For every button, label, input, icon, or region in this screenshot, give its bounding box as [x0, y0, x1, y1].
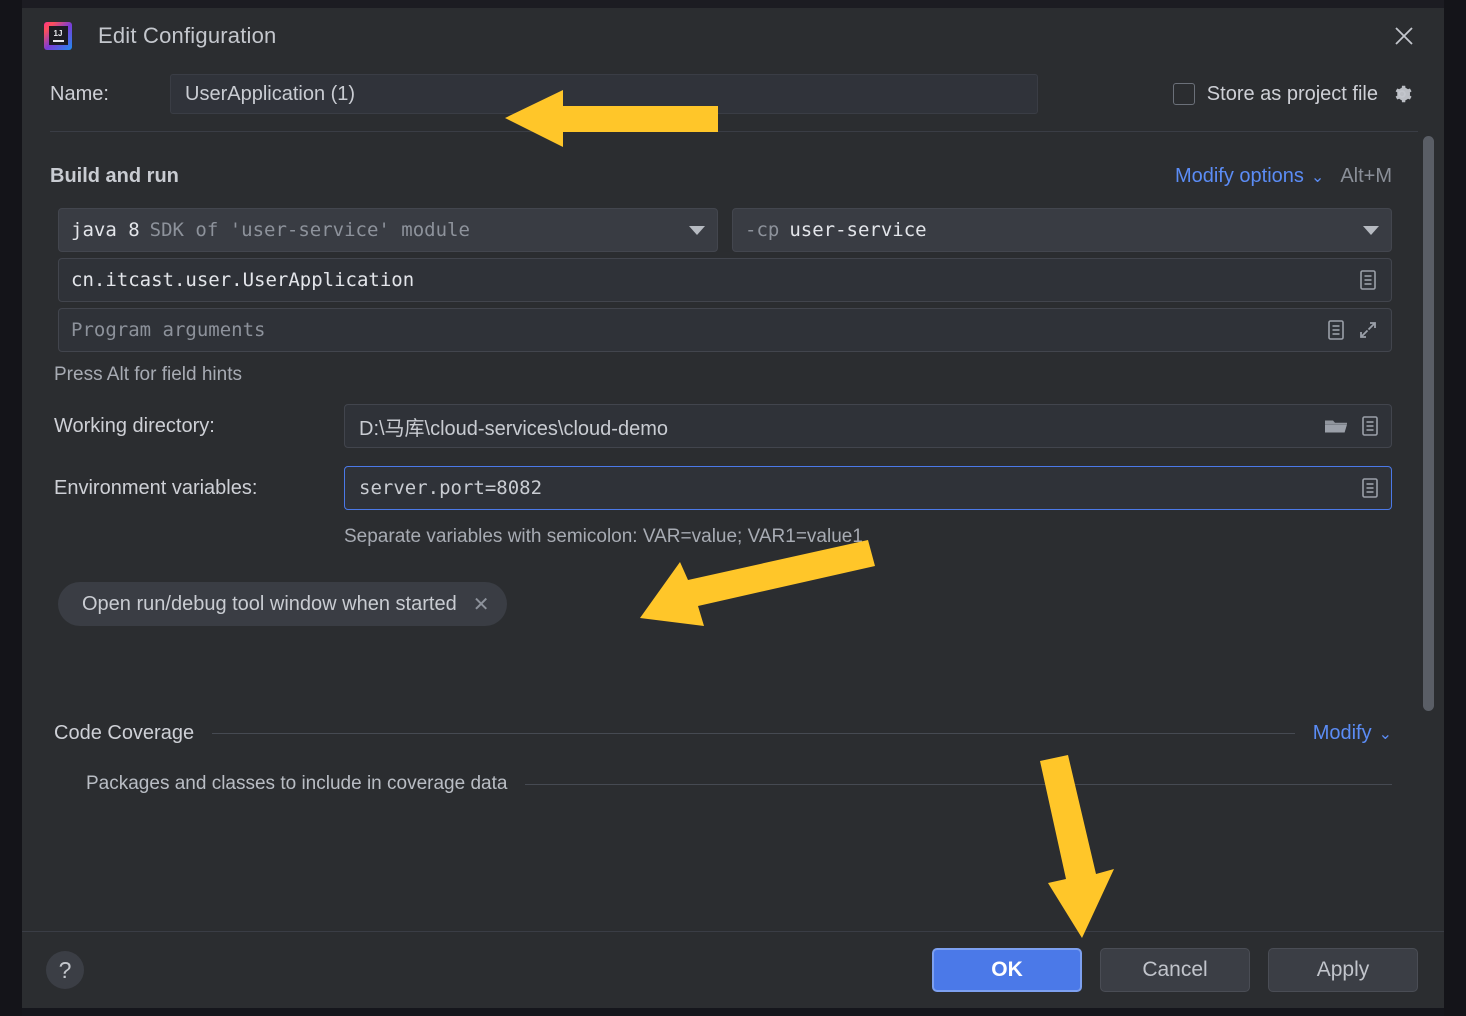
edit-configuration-dialog: 1J Edit Configuration Name: UserApplicat…	[22, 8, 1444, 1008]
name-row: Name: UserApplication (1) Store as proje…	[22, 63, 1444, 125]
apply-button[interactable]: Apply	[1268, 948, 1418, 992]
option-tag-label: Open run/debug tool window when started	[82, 592, 457, 615]
code-coverage-modify-label: Modify	[1312, 722, 1372, 744]
environment-variables-input[interactable]: server.port=8082	[344, 466, 1392, 510]
environment-variables-hint: Separate variables with semicolon: VAR=v…	[344, 526, 863, 547]
option-tag-open-run-debug-tool-window[interactable]: Open run/debug tool window when started …	[58, 582, 508, 626]
intellij-idea-logo-icon: 1J	[44, 21, 72, 50]
field-hint-text: Press Alt for field hints	[54, 364, 242, 385]
classpath-prefix: -cp	[745, 219, 780, 241]
name-input[interactable]: UserApplication (1)	[170, 74, 1038, 114]
ok-button[interactable]: OK	[932, 948, 1082, 992]
working-directory-input[interactable]: D:\马库\cloud-services\cloud-demo	[344, 404, 1392, 448]
working-directory-row: Working directory: D:\马库\cloud-services\…	[50, 404, 1418, 448]
jre-prefix: java 8	[71, 219, 140, 241]
jre-dropdown[interactable]: java 8 SDK of 'user-service' module	[58, 208, 718, 252]
name-label: Name:	[50, 82, 109, 105]
document-list-icon[interactable]	[1359, 414, 1381, 438]
classpath-chevron-down-icon[interactable]	[1363, 225, 1379, 235]
jre-classpath-row: java 8 SDK of 'user-service' module -cp …	[50, 208, 1418, 252]
code-coverage-subsection-divider	[525, 783, 1392, 785]
dialog-footer: ? OK Cancel Apply	[22, 931, 1444, 1008]
store-as-project-file-label[interactable]: Store as project file	[1207, 83, 1378, 106]
main-class-value: cn.itcast.user.UserApplication	[71, 269, 415, 291]
body-scrollbar-thumb[interactable]	[1423, 136, 1434, 711]
code-coverage-title: Code Coverage	[54, 722, 195, 744]
document-list-icon[interactable]	[1359, 476, 1381, 500]
code-coverage-header: Code Coverage Modify ⌄	[50, 722, 1418, 745]
window-top-edge	[0, 0, 1466, 8]
working-directory-value: D:\马库\cloud-services\cloud-demo	[359, 417, 668, 440]
jre-description: SDK of 'user-service' module	[149, 219, 470, 241]
modify-options-link[interactable]: Modify options ⌄	[1175, 165, 1324, 188]
question-mark-icon[interactable]: ?	[46, 951, 84, 989]
store-as-project-file-checkbox[interactable]	[1172, 83, 1195, 105]
code-coverage-divider	[212, 733, 1295, 734]
build-and-run-title: Build and run	[50, 164, 179, 187]
environment-variables-label: Environment variables:	[54, 476, 258, 499]
program-arguments-input[interactable]: Program arguments	[58, 308, 1392, 352]
screenshot-root: 1J Edit Configuration Name: UserApplicat…	[0, 0, 1466, 1016]
chevron-down-icon: ⌄	[1310, 168, 1325, 186]
jre-chevron-down-icon[interactable]	[689, 225, 705, 235]
code-coverage-subsection: Packages and classes to include in cover…	[50, 773, 1418, 795]
code-coverage-subsection-label: Packages and classes to include in cover…	[86, 773, 508, 794]
code-coverage-modify-link[interactable]: Modify ⌄	[1313, 722, 1392, 745]
close-icon[interactable]	[1382, 16, 1426, 56]
modify-options-shortcut: Alt+M	[1340, 164, 1392, 187]
main-class-input[interactable]: cn.itcast.user.UserApplication	[58, 258, 1392, 302]
window-right-edge	[1444, 0, 1466, 1016]
cancel-button[interactable]: Cancel	[1100, 948, 1250, 992]
working-directory-label: Working directory:	[54, 414, 215, 437]
main-class-row: cn.itcast.user.UserApplication	[50, 258, 1418, 302]
close-small-icon[interactable]: ✕	[473, 592, 490, 617]
document-list-icon[interactable]	[1357, 268, 1379, 292]
dialog-body: Build and run Modify options ⌄ Alt+M java…	[22, 132, 1444, 931]
window-left-edge	[0, 0, 22, 1016]
store-as-project-file-group: Store as project file	[1038, 82, 1422, 106]
build-and-run-header: Build and run Modify options ⌄ Alt+M	[50, 150, 1418, 202]
classpath-value: user-service	[789, 219, 927, 241]
program-arguments-placeholder: Program arguments	[71, 319, 266, 341]
classpath-dropdown[interactable]: -cp user-service	[732, 208, 1392, 252]
document-list-icon[interactable]	[1325, 318, 1347, 342]
environment-variables-row: Environment variables: server.port=8082	[50, 466, 1418, 510]
chevron-down-icon: ⌄	[1378, 726, 1392, 743]
program-arguments-row: Program arguments	[50, 308, 1418, 352]
environment-variables-value: server.port=8082	[359, 477, 543, 499]
modify-options-label: Modify options	[1174, 164, 1304, 187]
dialog-title: Edit Configuration	[98, 22, 277, 48]
folder-icon[interactable]	[1323, 415, 1349, 437]
gear-dropdown-icon[interactable]	[1390, 82, 1416, 106]
expand-diagonal-icon[interactable]	[1357, 319, 1379, 341]
dialog-titlebar: 1J Edit Configuration	[22, 8, 1444, 63]
